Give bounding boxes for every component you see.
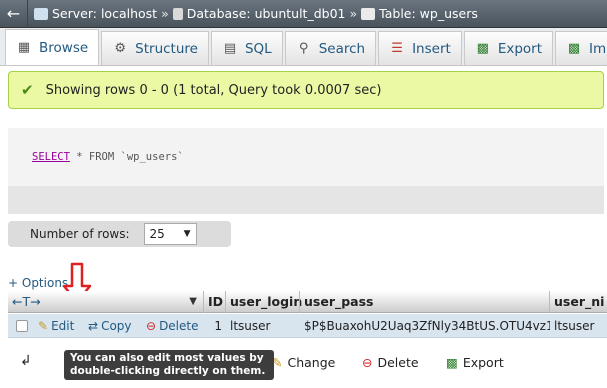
sql-query-text[interactable]: SELECT * FROM `wp_users`: [8, 128, 604, 186]
column-controls: ←T→ ▼: [8, 291, 203, 313]
top-breadcrumb-bar: ← Server: localhost » Database: ubuntult…: [0, 0, 607, 28]
options-link[interactable]: + Options: [8, 276, 68, 290]
copy-row-button[interactable]: ⇄ Copy: [84, 314, 142, 338]
sort-dropdown-icon[interactable]: ▼: [189, 296, 197, 307]
table-icon: [361, 7, 376, 20]
cell-user-nicename[interactable]: ltsuser: [550, 314, 607, 338]
tab-export[interactable]: ▩ Export: [463, 31, 554, 65]
breadcrumb-table[interactable]: Table: wp_users: [379, 6, 478, 21]
table-row: ✎ Edit ⇄ Copy ⊖ Delete 1 ltsuser $P$BuaxohU…: [8, 314, 607, 338]
export-icon: ▩: [476, 41, 489, 56]
server-icon: [34, 7, 48, 20]
tab-insert[interactable]: ☰ Insert: [378, 31, 462, 65]
delete-row-button[interactable]: ⊖ Delete: [142, 314, 204, 338]
pencil-icon: ✎: [38, 318, 49, 333]
sql-query-box: SELECT * FROM `wp_users`: [8, 128, 604, 214]
delete-icon: ⊖: [146, 318, 157, 333]
tab-bar: ▦ Browse ⚙ Structure ▤ SQL ⚲ Search ☰ Insert …: [0, 28, 607, 66]
browse-icon: ▦: [17, 40, 31, 55]
dropdown-arrow-icon: ▼: [183, 229, 191, 239]
tab-sql[interactable]: ▤ SQL: [210, 31, 283, 65]
insert-icon: ☰: [391, 41, 403, 56]
results-table-header: ←T→ ▼ ID user_login user_pass user_ni: [8, 290, 607, 313]
breadcrumb: Server: localhost » Database: ubuntult_d…: [34, 6, 478, 21]
import-icon: ▩: [567, 41, 581, 56]
number-of-rows-select[interactable]: 25 ▼: [143, 223, 197, 245]
structure-icon: ⚙: [114, 41, 126, 56]
tab-structure[interactable]: ⚙ Structure: [101, 31, 209, 65]
breadcrumb-server[interactable]: Server: localhost: [52, 6, 157, 21]
breadcrumb-database[interactable]: Database: ubuntult_db01: [187, 6, 346, 21]
cell-id[interactable]: 1: [204, 314, 226, 338]
cell-user-login[interactable]: ltsuser: [226, 314, 300, 338]
delete-icon: ⊖: [362, 355, 373, 370]
export-button[interactable]: ▩ Export: [446, 355, 504, 370]
database-icon: [172, 7, 183, 20]
tab-browse[interactable]: ▦ Browse: [5, 29, 100, 65]
row-checkbox[interactable]: [16, 319, 28, 332]
tab-search[interactable]: ⚲ Search: [284, 31, 377, 65]
check-icon: ✔: [21, 81, 34, 99]
number-of-rows-control: Number of rows: 25 ▼: [8, 221, 231, 247]
tab-import[interactable]: ▩Imp: [555, 31, 607, 65]
column-header-user-nicename[interactable]: user_ni: [549, 290, 607, 313]
export-icon: ▩: [446, 355, 458, 370]
sql-icon: ▤: [223, 41, 237, 56]
edit-row-button[interactable]: ✎ Edit: [34, 314, 84, 338]
success-message: ✔ Showing rows 0 - 0 (1 total, Query too…: [8, 71, 604, 109]
column-resize-icon[interactable]: ←T→: [12, 294, 41, 309]
delete-button[interactable]: ⊖ Delete: [362, 355, 419, 370]
row-checkbox-cell: [8, 314, 34, 338]
search-icon: ⚲: [298, 41, 309, 56]
column-header-id[interactable]: ID: [203, 290, 225, 313]
select-all-arrow-icon: ↲: [20, 353, 32, 369]
column-header-user-login[interactable]: user_login: [225, 290, 302, 313]
cell-user-pass[interactable]: $P$BuaxohU2Uaq3ZfNly34BtUS.OTU4vz1: [300, 314, 550, 338]
number-of-rows-label: Number of rows:: [30, 227, 130, 241]
back-arrow-icon[interactable]: ←: [0, 0, 28, 28]
edit-tooltip: You can also edit most values by double-…: [64, 350, 274, 380]
copy-icon: ⇄: [88, 318, 99, 333]
column-header-user-pass[interactable]: user_pass: [299, 290, 549, 313]
change-button[interactable]: ✎ Change: [272, 355, 335, 370]
success-text: Showing rows 0 - 0 (1 total, Query took …: [45, 82, 382, 98]
